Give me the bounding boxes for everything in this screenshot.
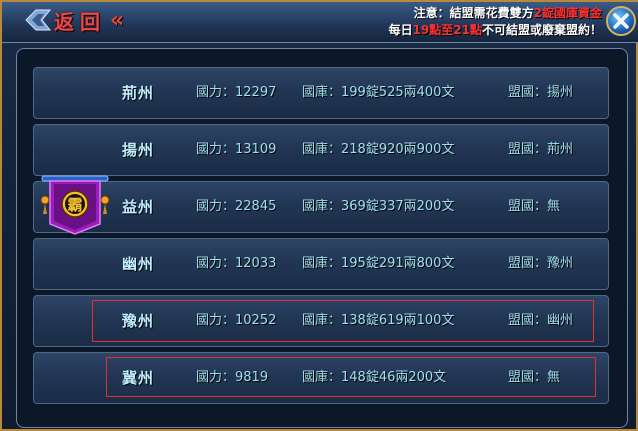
state-name: 揚州 bbox=[122, 141, 155, 159]
banner-glyph: 霸 bbox=[67, 196, 82, 214]
notice-line2-highlight: 19點至21點 bbox=[412, 23, 482, 37]
state-treasury: 國庫：369錠337兩200文 bbox=[302, 199, 455, 214]
state-row[interactable]: 荊州 國力：12297 國庫：199錠525兩400文 盟國：揚州 bbox=[33, 67, 609, 119]
state-row[interactable]: 揚州 國力：13109 國庫：218錠920兩900文 盟國：荊州 bbox=[33, 124, 609, 176]
state-ally: 盟國：豫州 bbox=[508, 256, 574, 271]
close-x-icon bbox=[613, 13, 629, 29]
state-power: 國力：12297 bbox=[196, 85, 277, 100]
state-name: 益州 bbox=[122, 198, 155, 216]
state-ally: 盟國：無 bbox=[508, 199, 561, 214]
ornament-icon bbox=[25, 9, 52, 31]
dialog-frame: 返回 « 注意：結盟需花費雙方2錠國庫資金 每日19點至21點不可結盟或廢棄盟約… bbox=[0, 0, 638, 431]
state-ally: 盟國：揚州 bbox=[508, 85, 574, 100]
state-ally: 盟國：荊州 bbox=[508, 142, 574, 157]
state-treasury: 國庫：199錠525兩400文 bbox=[302, 85, 455, 100]
notice-line1-highlight: 2錠國庫資金 bbox=[533, 6, 602, 20]
state-row[interactable]: 益州 國力：22845 國庫：369錠337兩200文 盟國：無 bbox=[33, 181, 609, 233]
back-button[interactable]: 返回 « bbox=[24, 6, 150, 34]
state-power: 國力：22845 bbox=[196, 199, 277, 214]
notice-text: 注意：結盟需花費雙方2錠國庫資金 每日19點至21點不可結盟或廢棄盟約！ bbox=[389, 5, 602, 39]
state-row[interactable]: 幽州 國力：12033 國庫：195錠291兩800文 盟國：豫州 bbox=[33, 238, 609, 290]
close-button[interactable] bbox=[606, 6, 636, 36]
state-treasury: 國庫：195錠291兩800文 bbox=[302, 256, 455, 271]
title-bar: 返回 « 注意：結盟需花費雙方2錠國庫資金 每日19點至21點不可結盟或廢棄盟約… bbox=[2, 2, 638, 43]
state-name: 幽州 bbox=[122, 255, 155, 273]
state-treasury: 國庫：218錠920兩900文 bbox=[302, 142, 455, 157]
hegemon-banner-icon: 霸 bbox=[40, 175, 110, 235]
notice-line1-prefix: 注意：結盟需花費雙方 bbox=[413, 6, 534, 20]
highlight-box bbox=[106, 357, 596, 397]
chevron-left-icon: « bbox=[110, 7, 125, 33]
notice-line2-prefix: 每日 bbox=[388, 23, 413, 37]
state-power: 國力：13109 bbox=[196, 142, 277, 157]
notice-line2-suffix: 不可結盟或廢棄盟約！ bbox=[481, 23, 602, 37]
highlight-box bbox=[92, 300, 594, 342]
state-name: 荊州 bbox=[122, 84, 155, 102]
state-power: 國力：12033 bbox=[196, 256, 277, 271]
